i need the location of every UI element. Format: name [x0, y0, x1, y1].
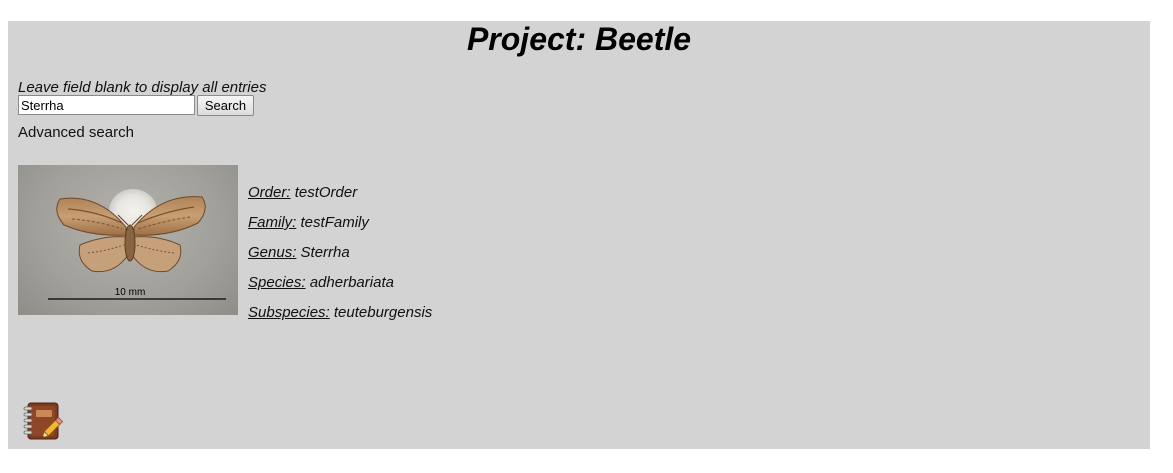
genus-value: Sterrha — [300, 244, 350, 261]
species-label: Species: — [248, 274, 306, 291]
search-input[interactable] — [18, 95, 195, 115]
main-panel: Project: Beetle Leave field blank to dis… — [8, 21, 1150, 449]
genus-row: Genus: Sterrha — [248, 244, 432, 274]
notebook-edit-icon[interactable] — [22, 400, 64, 442]
species-value: adherbariata — [309, 274, 394, 291]
order-row: Order: testOrder — [248, 184, 432, 214]
specimen-photo[interactable]: 10 mm — [18, 165, 238, 315]
species-row: Species: adherbariata — [248, 274, 432, 304]
subspecies-label: Subspecies: — [248, 304, 330, 321]
order-label: Order: — [248, 184, 291, 201]
advanced-search-link[interactable]: Advanced search — [18, 124, 134, 141]
search-hint: Leave field blank to display all entries — [18, 79, 267, 96]
order-value: testOrder — [294, 184, 358, 201]
search-button[interactable]: Search — [197, 95, 254, 116]
taxonomy-info: Order: testOrder Family: testFamily Genu… — [248, 184, 432, 334]
family-row: Family: testFamily — [248, 214, 432, 244]
family-value: testFamily — [300, 214, 369, 231]
subspecies-value: teuteburgensis — [333, 304, 433, 321]
genus-label: Genus: — [248, 244, 297, 261]
moth-image: 10 mm — [48, 189, 226, 300]
family-label: Family: — [248, 214, 297, 231]
scale-label: 10 mm — [115, 287, 146, 298]
subspecies-row: Subspecies: teuteburgensis — [248, 304, 432, 334]
page-title: Project: Beetle — [466, 21, 692, 57]
